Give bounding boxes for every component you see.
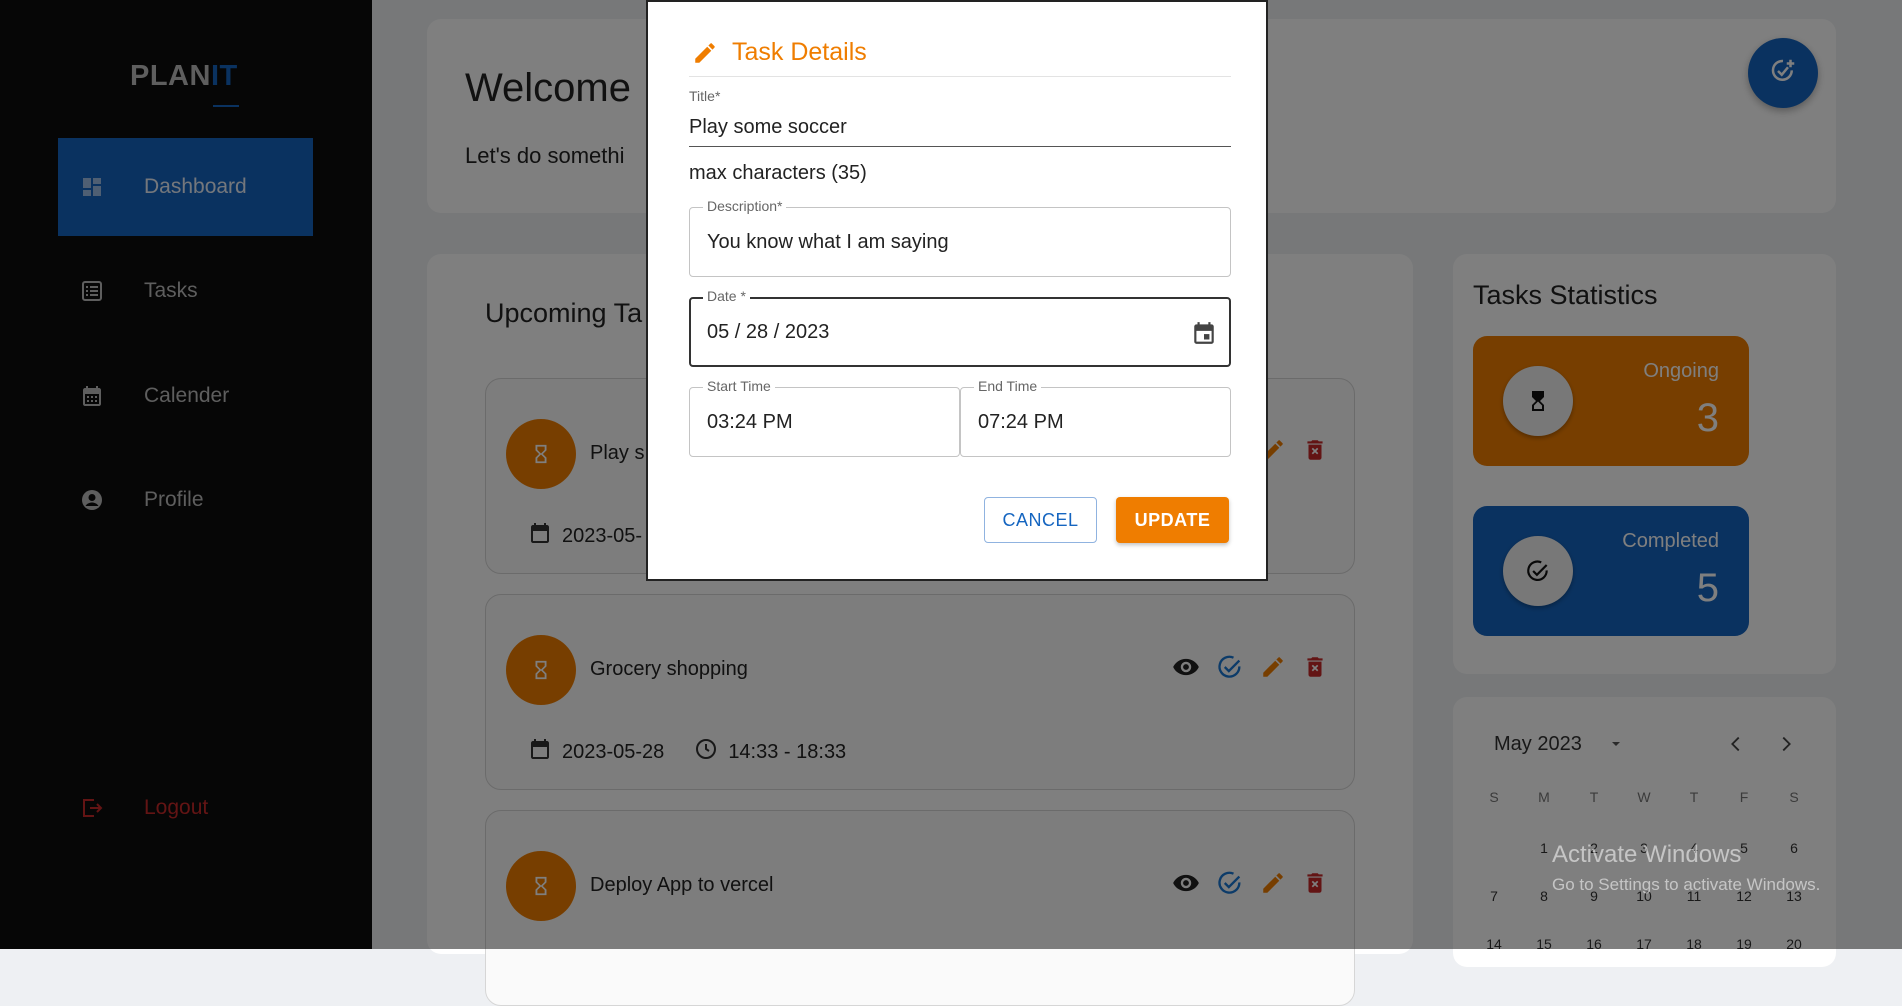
start-time-field[interactable]: Start Time 03:24 PM xyxy=(689,378,960,457)
date-field[interactable]: Date * 05 / 28 / 2023 xyxy=(689,288,1231,367)
cancel-button[interactable]: CANCEL xyxy=(984,497,1097,543)
update-button[interactable]: UPDATE xyxy=(1116,497,1229,543)
end-time-label: End Time xyxy=(974,378,1042,394)
date-value: 05 / 28 / 2023 xyxy=(707,321,830,343)
start-time-label: Start Time xyxy=(703,378,775,394)
watermark-line-1: Activate Windows xyxy=(1552,841,1742,868)
description-value: You know what I am saying xyxy=(707,231,949,253)
end-time-field[interactable]: End Time 07:24 PM xyxy=(960,378,1231,457)
title-helper-text: max characters (35) xyxy=(689,162,867,184)
dialog-title: Task Details xyxy=(692,38,867,67)
windows-activation-watermark: Activate Windows Go to Settings to activ… xyxy=(1552,841,1820,895)
dialog-divider xyxy=(689,76,1231,77)
watermark-line-2: Go to Settings to activate Windows. xyxy=(1552,875,1821,894)
edit-icon xyxy=(692,40,718,66)
title-value: Play some soccer xyxy=(689,116,847,138)
description-field[interactable]: Description* You know what I am saying xyxy=(689,198,1231,277)
title-field[interactable]: Title* Play some soccer xyxy=(685,88,1231,147)
date-label: Date * xyxy=(703,288,750,304)
title-label: Title* xyxy=(685,88,725,104)
task-details-dialog: Task Details Title* Play some soccer max… xyxy=(646,0,1268,581)
end-time-value: 07:24 PM xyxy=(978,411,1064,433)
description-label: Description* xyxy=(703,198,787,214)
calendar-picker-icon[interactable] xyxy=(1191,320,1217,351)
start-time-value: 03:24 PM xyxy=(707,411,793,433)
dialog-title-text: Task Details xyxy=(732,38,867,66)
